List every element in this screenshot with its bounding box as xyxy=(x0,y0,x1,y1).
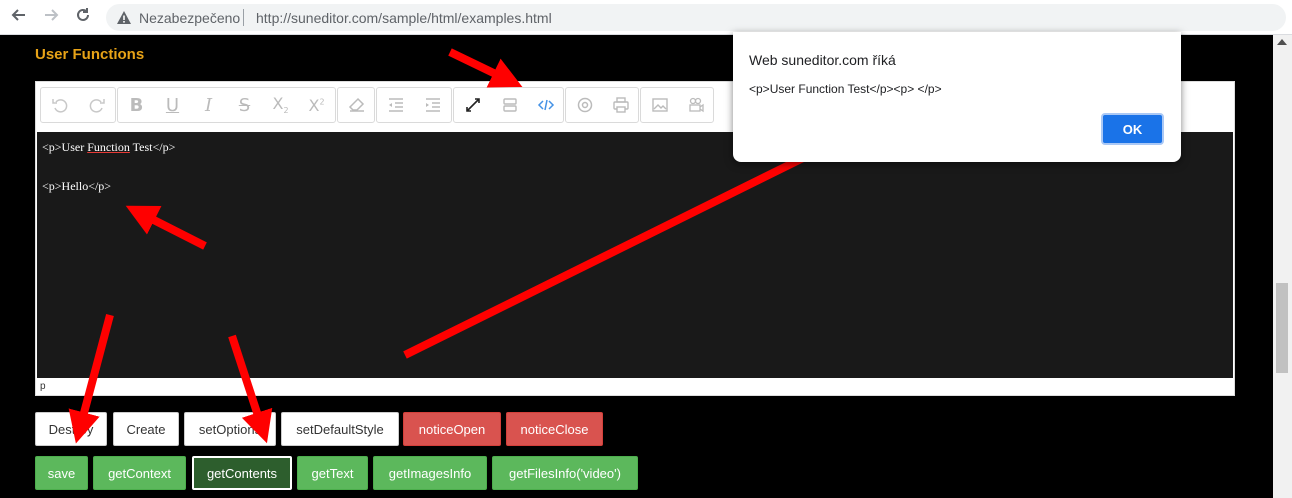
fullscreen-icon[interactable] xyxy=(454,88,491,122)
code-view-textarea[interactable]: <p>User Function Test</p> <p>Hello</p> xyxy=(37,132,1233,378)
security-label: Nezabezpečeno xyxy=(139,10,241,26)
outdent-icon[interactable] xyxy=(377,88,414,122)
get-files-info-button[interactable]: getFilesInfo('video') xyxy=(492,456,638,490)
strike-icon[interactable]: S xyxy=(226,88,263,122)
notice-close-button[interactable]: noticeClose xyxy=(506,412,603,446)
create-button[interactable]: Create xyxy=(113,412,179,446)
back-icon[interactable] xyxy=(8,6,30,28)
undo-icon[interactable] xyxy=(41,88,78,122)
arrow-to-code-view xyxy=(448,48,523,88)
redo-icon[interactable] xyxy=(78,88,115,122)
toolbar-group-history xyxy=(40,87,116,123)
get-contents-button[interactable]: getContents xyxy=(192,456,292,490)
ok-button[interactable]: OK xyxy=(1101,113,1164,145)
toolbar-group-indent xyxy=(376,87,452,123)
path-bar: p xyxy=(36,378,1234,395)
get-images-info-button[interactable]: getImagesInfo xyxy=(373,456,487,490)
alert-dialog: Web suneditor.com říká <p>User Function … xyxy=(733,32,1181,162)
get-context-button[interactable]: getContext xyxy=(93,456,186,490)
save-button[interactable]: save xyxy=(35,456,88,490)
warning-icon xyxy=(117,11,131,24)
video-icon[interactable] xyxy=(677,88,714,122)
reload-icon[interactable] xyxy=(72,6,94,28)
preview-icon[interactable] xyxy=(566,88,603,122)
browser-toolbar: Nezabezpečeno http://suneditor.com/sampl… xyxy=(0,0,1292,35)
set-default-style-button[interactable]: setDefaultStyle xyxy=(281,412,399,446)
address-bar[interactable]: Nezabezpečeno http://suneditor.com/sampl… xyxy=(106,4,1286,31)
notice-open-button[interactable]: noticeOpen xyxy=(403,412,501,446)
code-view-icon[interactable] xyxy=(527,88,564,122)
toolbar-group-media xyxy=(640,87,714,123)
section-title: User Functions xyxy=(35,46,145,63)
subscript-icon[interactable]: X2 xyxy=(262,88,299,122)
image-icon[interactable] xyxy=(641,88,678,122)
toolbar-group-remove xyxy=(337,87,375,123)
italic-icon[interactable]: I xyxy=(190,88,227,122)
code-line-1-prefix: <p>User xyxy=(42,140,88,154)
superscript-icon[interactable]: X2 xyxy=(298,88,335,122)
set-options-button[interactable]: setOptions xyxy=(184,412,276,446)
print-icon[interactable] xyxy=(602,88,639,122)
remove-format-icon[interactable] xyxy=(338,88,375,122)
destroy-button[interactable]: Destroy xyxy=(35,412,107,446)
get-text-button[interactable]: getText xyxy=(297,456,368,490)
toolbar-group-format: B U I S X2 X2 xyxy=(117,87,336,123)
url-separator xyxy=(243,9,244,26)
toolbar-group-print xyxy=(565,87,639,123)
scroll-up-icon[interactable] xyxy=(1277,39,1287,45)
scroll-thumb[interactable] xyxy=(1276,283,1288,373)
code-line-2: <p>Hello</p> xyxy=(42,179,112,193)
dialog-message: <p>User Function Test</p><p> </p> xyxy=(749,82,942,96)
code-line-1-suffix: Test</p> xyxy=(129,140,176,154)
indent-icon[interactable] xyxy=(414,88,451,122)
underline-icon[interactable]: U xyxy=(154,88,191,122)
show-blocks-icon[interactable] xyxy=(491,88,528,122)
bold-icon[interactable]: B xyxy=(118,88,155,122)
page-scrollbar[interactable] xyxy=(1273,35,1292,498)
url-text[interactable]: http://suneditor.com/sample/html/example… xyxy=(256,10,552,26)
toolbar-group-view xyxy=(453,87,564,123)
dialog-title: Web suneditor.com říká xyxy=(749,52,896,68)
forward-icon[interactable] xyxy=(40,6,62,28)
code-line-1-underlined: Function xyxy=(87,140,130,154)
